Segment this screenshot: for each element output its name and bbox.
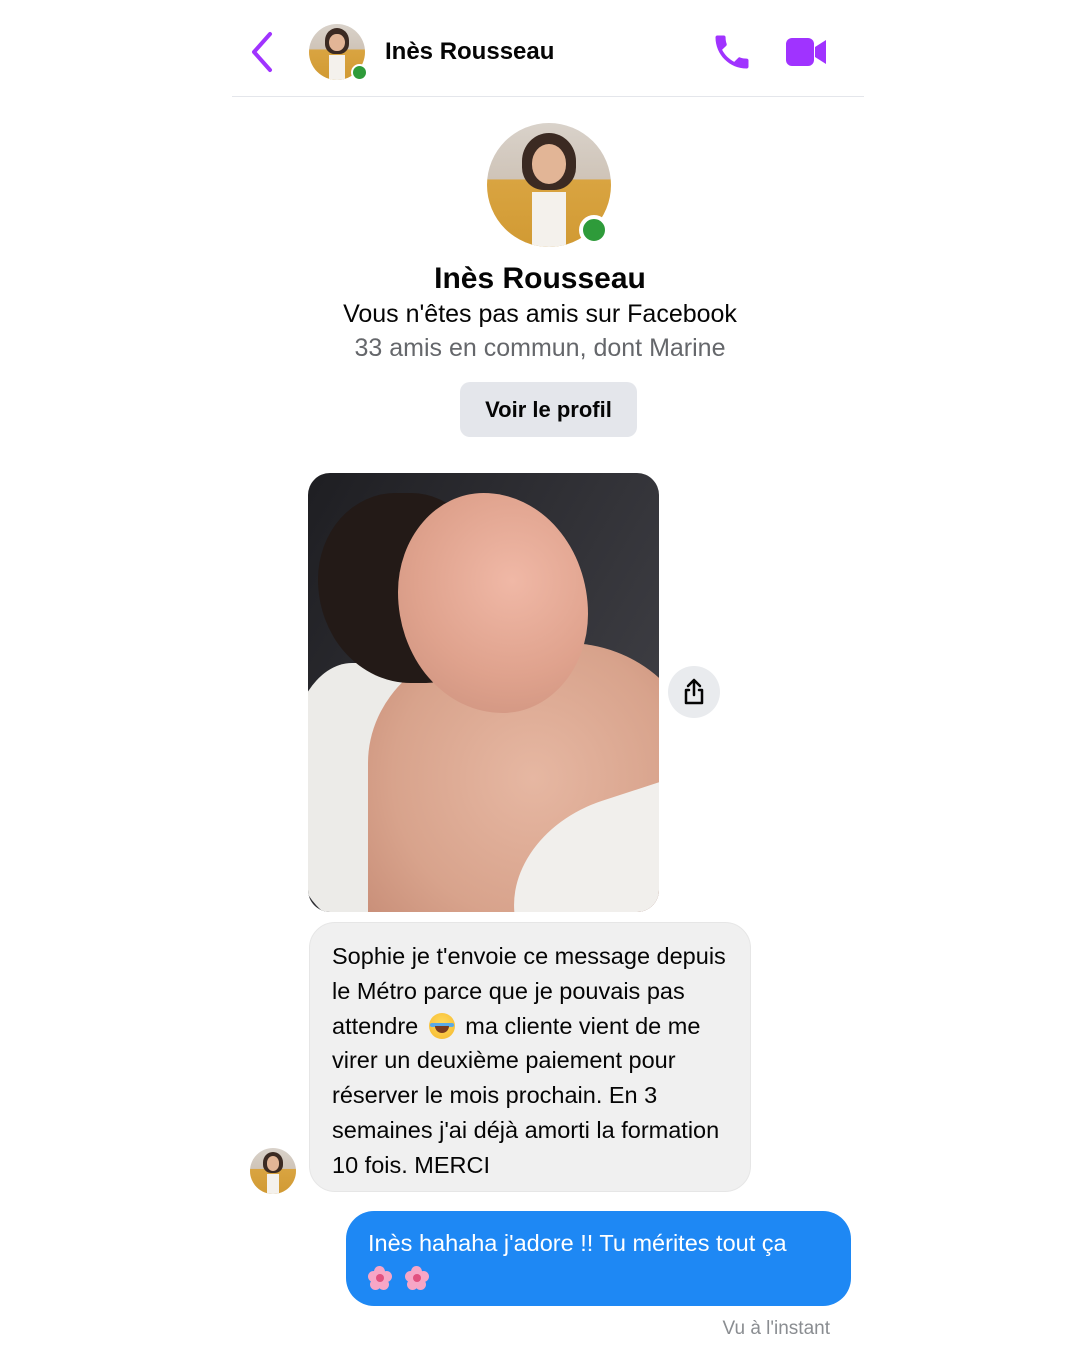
sender-avatar[interactable] — [250, 1148, 296, 1194]
mutual-friends: 33 amis en commun, dont Marine — [354, 334, 726, 362]
seen-status: Vu à l'instant — [722, 1318, 831, 1339]
incoming-message-bubble[interactable]: Sophie je t'envoie ce message depuis le … — [309, 922, 751, 1192]
video-camera-icon — [786, 38, 826, 66]
audio-call-button[interactable] — [710, 30, 754, 74]
chevron-left-icon — [252, 32, 272, 72]
header-avatar[interactable] — [309, 24, 368, 81]
message-text: Inès hahaha j'adore !! Tu mérites tout ç… — [368, 1230, 787, 1256]
cherry-blossom-emoji-icon — [404, 1266, 429, 1290]
laughing-emoji-icon — [428, 1012, 455, 1039]
photo-message[interactable] — [308, 473, 659, 912]
video-call-button[interactable] — [784, 34, 828, 70]
profile-name: Inès Rousseau — [434, 262, 646, 295]
profile-avatar[interactable] — [487, 123, 611, 247]
share-icon — [684, 678, 704, 705]
messenger-conversation: Inès Rousseau Inès Rousseau Vous n'êtes … — [0, 0, 1080, 1350]
online-status-dot — [351, 64, 368, 81]
online-status-dot — [579, 215, 609, 245]
contact-name[interactable]: Inès Rousseau — [385, 38, 554, 66]
outgoing-message-bubble[interactable]: Inès hahaha j'adore !! Tu mérites tout ç… — [346, 1211, 851, 1306]
cherry-blossom-emoji-icon — [368, 1266, 392, 1290]
share-button[interactable] — [668, 666, 720, 718]
friendship-status: Vous n'êtes pas amis sur Facebook — [343, 300, 737, 328]
view-profile-button[interactable]: Voir le profil — [460, 382, 637, 437]
emoji-row — [368, 1261, 829, 1296]
back-button[interactable] — [246, 30, 280, 74]
conversation-header: Inès Rousseau — [232, 0, 864, 97]
phone-icon — [715, 35, 749, 69]
